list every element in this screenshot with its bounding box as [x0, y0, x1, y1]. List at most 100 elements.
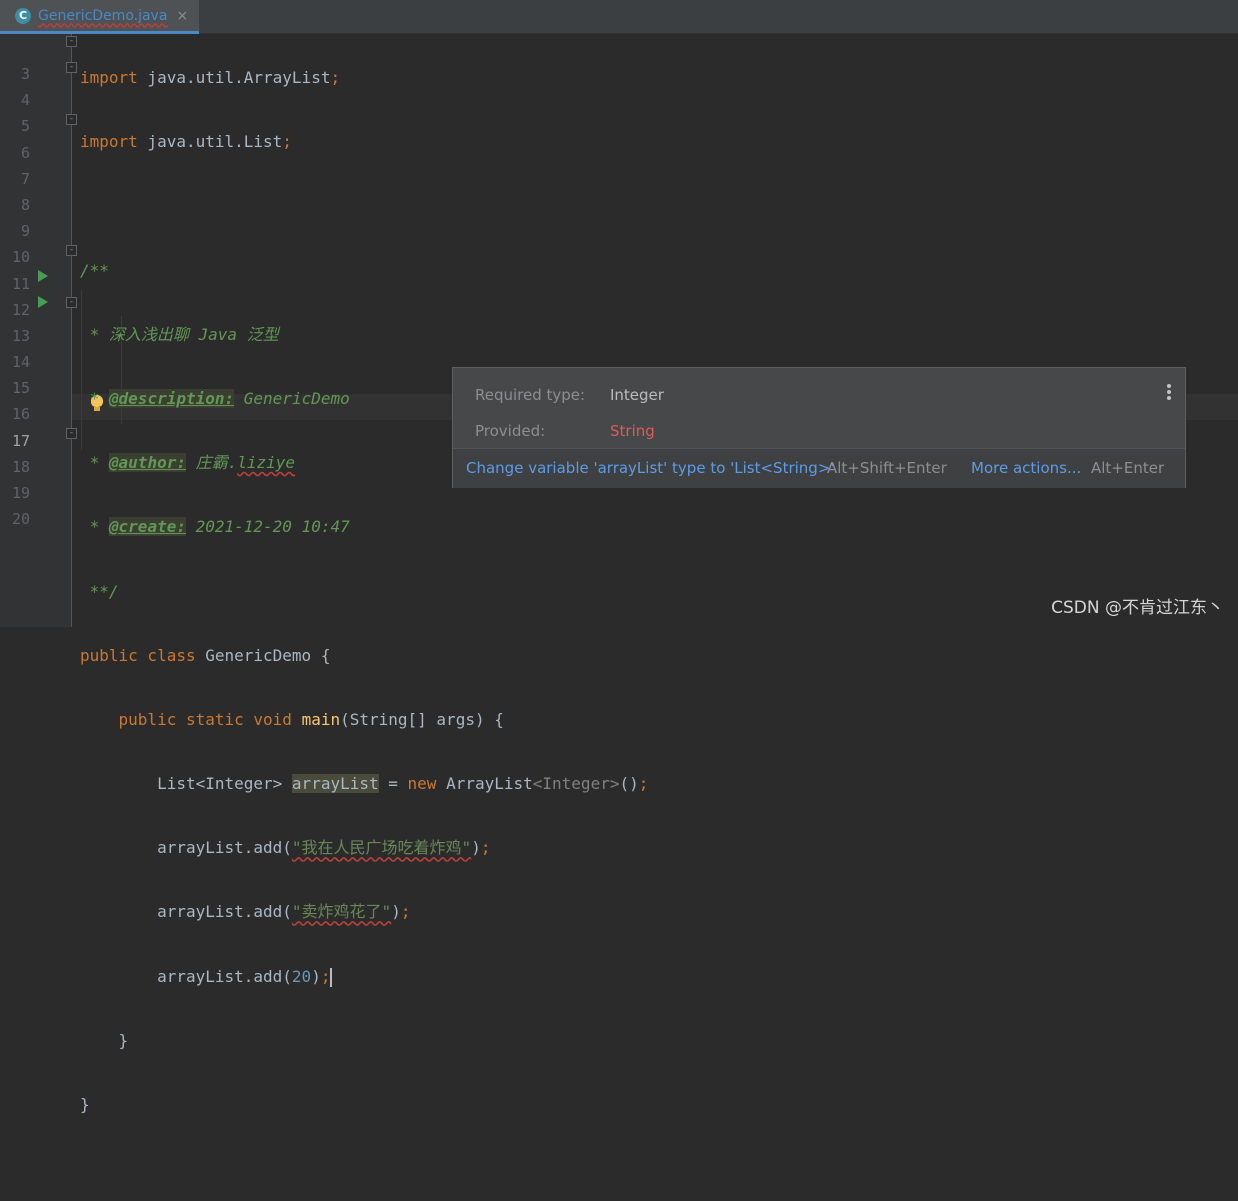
type-name: List<Integer>: [157, 774, 292, 794]
generic-type: <Integer>: [532, 774, 620, 794]
variable-highlight: arrayList: [291, 774, 379, 794]
code-line-6: /**: [80, 258, 648, 284]
java-class-icon: C: [15, 7, 31, 24]
run-class-icon[interactable]: [38, 270, 48, 282]
code-text: java.util.ArrayList: [137, 68, 331, 87]
doc-comment: **/: [80, 581, 119, 601]
semicolon: ;: [282, 132, 292, 152]
more-vertical-icon[interactable]: [1167, 384, 1171, 402]
provided-type-label: Provided:: [475, 422, 546, 440]
keyword: import: [80, 132, 138, 152]
class-name: ArrayList: [436, 774, 533, 794]
line-number: 4: [20, 91, 30, 110]
code-line-19: }: [80, 1092, 648, 1118]
line-number: 18: [11, 457, 30, 476]
code-text: }: [80, 1095, 90, 1114]
change-variable-type-action[interactable]: Change variable 'arrayList' type to 'Lis…: [466, 449, 835, 488]
quick-fix-bar: Change variable 'arrayList' type to 'Lis…: [453, 448, 1185, 488]
line-number: 19: [11, 484, 30, 502]
code-text: arrayList.add(: [157, 838, 292, 858]
code-line-12: public class GenericDemo {: [80, 643, 648, 669]
run-main-icon[interactable]: [38, 296, 48, 308]
fold-icon[interactable]: -: [66, 245, 77, 256]
watermark: CSDN @不肯过江东丶: [1051, 598, 1224, 618]
number-literal: 20: [291, 966, 312, 986]
code-text: arrayList.add(: [157, 966, 292, 986]
code-text: =: [378, 774, 408, 794]
required-type-value: Integer: [610, 386, 664, 404]
code-editor[interactable]: import java.util.ArrayList; import java.…: [80, 27, 648, 1201]
fold-icon[interactable]: -: [66, 36, 77, 47]
code-line-18: }: [80, 1028, 648, 1054]
code-line-15: arrayList.add("我在人民广场吃着炸鸡");: [80, 835, 648, 861]
fold-icon[interactable]: -: [66, 114, 77, 125]
line-number: 12: [11, 300, 30, 319]
shortcut-label: Alt+Enter: [1091, 459, 1165, 477]
line-number: 9: [20, 222, 30, 241]
line-number: 7: [20, 169, 30, 188]
doc-comment: * 深入浅出聊 Java 泛型: [80, 324, 279, 344]
code-text: ): [471, 838, 481, 858]
code-line-4: import java.util.List;: [80, 129, 648, 155]
fold-icon[interactable]: -: [66, 297, 77, 308]
code-line-14: List<Integer> arrayList = new ArrayList<…: [80, 771, 648, 797]
provided-type-value: String: [610, 422, 655, 440]
type-mismatch-popup: Required type: Integer Provided: String Ch…: [452, 367, 1186, 488]
fold-icon[interactable]: -: [66, 62, 77, 73]
shortcut-label: Alt+Shift+Enter: [827, 459, 947, 477]
line-number: 20: [11, 510, 30, 529]
keyword: public class: [80, 645, 196, 665]
semicolon: ;: [638, 774, 649, 794]
required-type-label: Required type:: [475, 386, 586, 404]
doc-comment: 2021-12-20 10:47: [185, 517, 350, 537]
line-number: 10: [11, 248, 30, 267]
fold-icon[interactable]: -: [66, 428, 77, 439]
code-line-11: **/: [80, 579, 648, 605]
tab-label: GenericDemo.java: [38, 7, 168, 24]
more-actions-link[interactable]: More actions...: [971, 449, 1081, 488]
code-line-13: public static void main(String[] args) {: [80, 707, 648, 733]
line-number: 6: [20, 143, 30, 162]
line-number: 3: [20, 65, 30, 83]
editor-gutter: 3 4 5 6 7 8 9 10 11 12 13 14 15 16 17 18…: [0, 34, 77, 627]
line-number-current: 17: [11, 431, 30, 450]
line-numbers: 3 4 5 6 7 8 9 10 11 12 13 14 15 16 17 18…: [0, 61, 30, 532]
string-literal: "我在人民广场吃着炸鸡": [291, 838, 472, 858]
semicolon: ;: [400, 902, 411, 922]
code-text: (): [619, 774, 639, 794]
code-line-3: import java.util.ArrayList;: [80, 65, 648, 91]
close-icon[interactable]: ×: [176, 8, 188, 24]
code-text: ): [311, 966, 321, 986]
semicolon: ;: [320, 966, 331, 986]
doc-comment: GenericDemo: [234, 388, 350, 408]
required-type-row: Required type: Integer: [475, 386, 664, 404]
line-number: 13: [11, 326, 30, 345]
code-text: }: [80, 1030, 129, 1050]
semicolon: ;: [480, 838, 491, 858]
author-name: liziye: [237, 453, 296, 473]
semicolon: ;: [330, 68, 341, 87]
string-literal: "卖炸鸡花了": [291, 902, 392, 922]
code-text: java.util.List: [137, 132, 283, 152]
line-number: 8: [20, 195, 30, 214]
doc-comment: *: [80, 388, 109, 408]
line-number: 5: [20, 117, 30, 136]
line-number: 14: [11, 353, 30, 372]
code-line-16: arrayList.add("卖炸鸡花了");: [80, 899, 648, 925]
javadoc-tag: @description:: [108, 388, 235, 408]
keyword: new: [407, 774, 437, 794]
doc-comment: 庄霸.: [185, 453, 238, 473]
code-line-17: arrayList.add(20);: [80, 964, 648, 990]
doc-comment: /**: [80, 260, 109, 280]
line-number: 16: [11, 405, 30, 424]
text-caret: [330, 967, 333, 987]
code-line-7: * 深入浅出聊 Java 泛型: [80, 322, 648, 348]
